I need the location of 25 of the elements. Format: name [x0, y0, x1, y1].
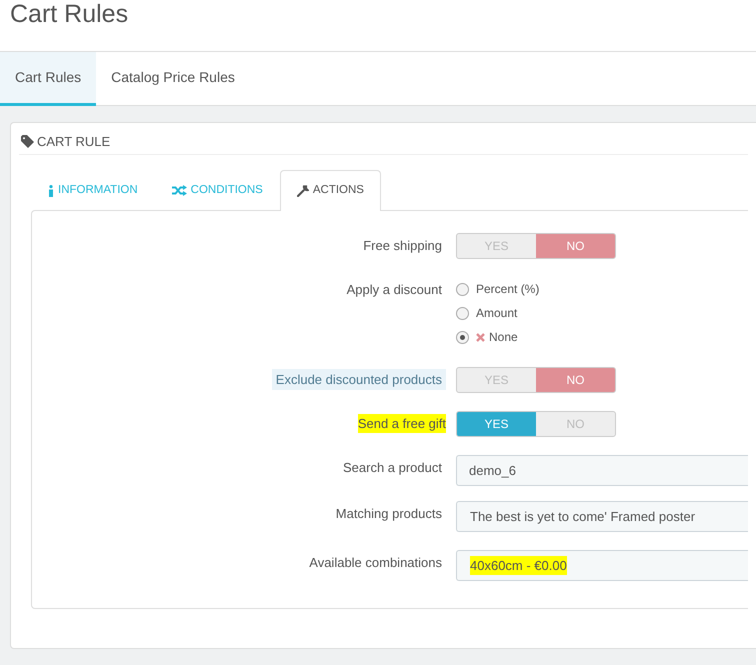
page-tab[interactable]: Cart Rules: [0, 52, 96, 106]
field-label: Send a free gift: [358, 414, 446, 433]
option-label: Percent (%): [476, 281, 540, 298]
field-label: Search a product: [342, 459, 443, 477]
field-label: Available combinations: [308, 554, 443, 572]
page-tab[interactable]: Catalog Price Rules: [96, 52, 250, 106]
option-label: None: [489, 329, 518, 346]
option-label: Amount: [476, 305, 518, 322]
select-field[interactable]: 40x60cm - €0.00: [456, 550, 748, 581]
radio-button[interactable]: [456, 282, 469, 296]
page-title: Cart Rules: [10, 0, 130, 30]
radio-button[interactable]: [456, 330, 469, 344]
shuffle-icon: [172, 185, 187, 196]
info-icon: [48, 184, 54, 196]
field-label: Exclude discounted products: [272, 369, 446, 390]
tag-icon: [21, 135, 34, 148]
panel-title: CART RULE: [37, 132, 110, 151]
search-field[interactable]: demo_6: [456, 455, 748, 486]
field-label: Apply a discount: [346, 281, 443, 299]
field-label: Matching products: [334, 505, 443, 523]
select-field[interactable]: The best is yet to come' Framed poster: [456, 501, 748, 532]
wrench-icon: [296, 185, 309, 197]
form-tab[interactable]: ACTIONS: [280, 170, 381, 211]
field-label: Free shipping: [362, 237, 443, 255]
radio-button[interactable]: [456, 306, 469, 320]
